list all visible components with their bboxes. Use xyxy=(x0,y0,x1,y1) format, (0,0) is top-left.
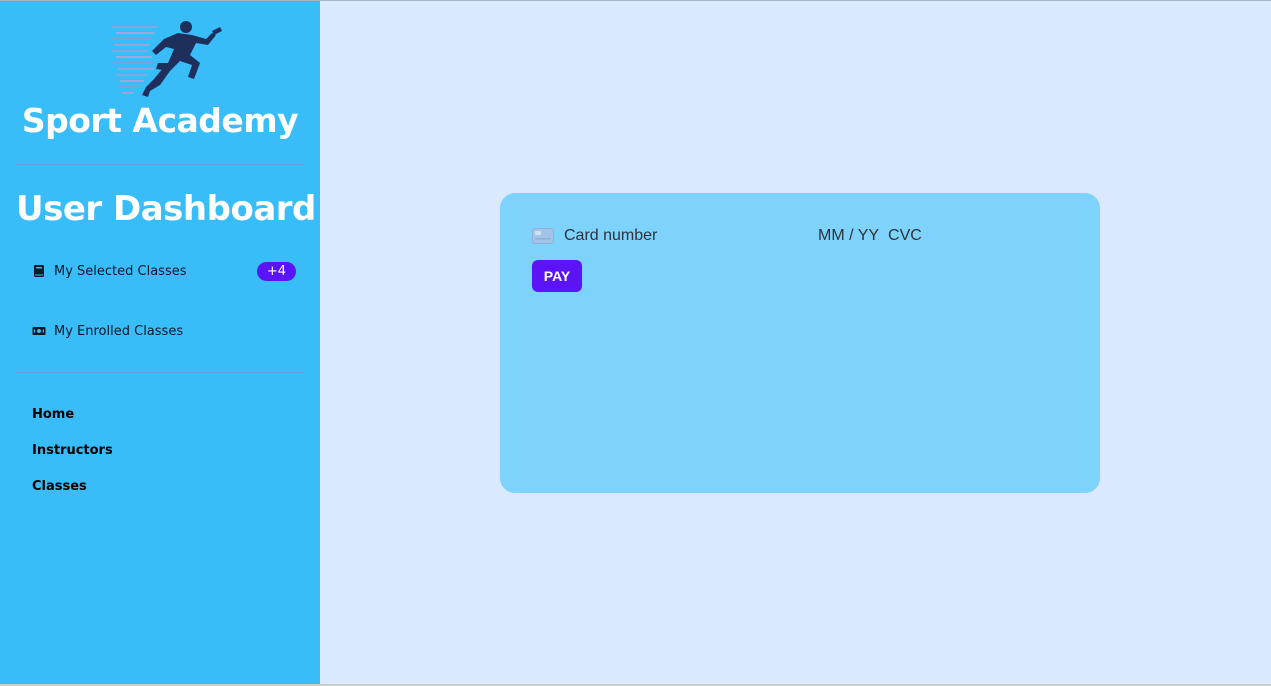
sidebar: Sport Academy User Dashboard My Selected… xyxy=(0,1,320,684)
ticket-icon xyxy=(32,327,46,335)
runner-logo-icon xyxy=(110,21,222,97)
pay-button[interactable]: PAY xyxy=(532,260,582,292)
sidebar-item-label: My Selected Classes xyxy=(54,263,187,279)
card-number-field[interactable]: Card number xyxy=(564,227,818,245)
nav-home[interactable]: Home xyxy=(32,407,74,422)
payment-card: Card number MM / YY CVC PAY xyxy=(500,193,1100,493)
card-input-row[interactable]: Card number MM / YY CVC xyxy=(532,225,1072,247)
sidebar-divider xyxy=(16,372,304,373)
page: Sport Academy User Dashboard My Selected… xyxy=(0,0,1271,686)
book-icon xyxy=(34,265,44,277)
sidebar-divider xyxy=(16,164,304,165)
nav-instructors[interactable]: Instructors xyxy=(32,443,113,458)
nav-classes[interactable]: Classes xyxy=(32,479,87,494)
dashboard-title: User Dashboard xyxy=(16,189,316,229)
cvc-field[interactable]: CVC xyxy=(888,227,922,245)
credit-card-icon xyxy=(532,228,554,244)
sidebar-item-selected-classes[interactable]: My Selected Classes +4 xyxy=(24,254,296,288)
sidebar-item-enrolled-classes[interactable]: My Enrolled Classes xyxy=(24,314,296,348)
brand-title: Sport Academy xyxy=(21,101,299,140)
selected-count-badge: +4 xyxy=(256,261,296,281)
sidebar-item-label: My Enrolled Classes xyxy=(54,323,184,339)
expiry-field[interactable]: MM / YY xyxy=(818,227,879,245)
